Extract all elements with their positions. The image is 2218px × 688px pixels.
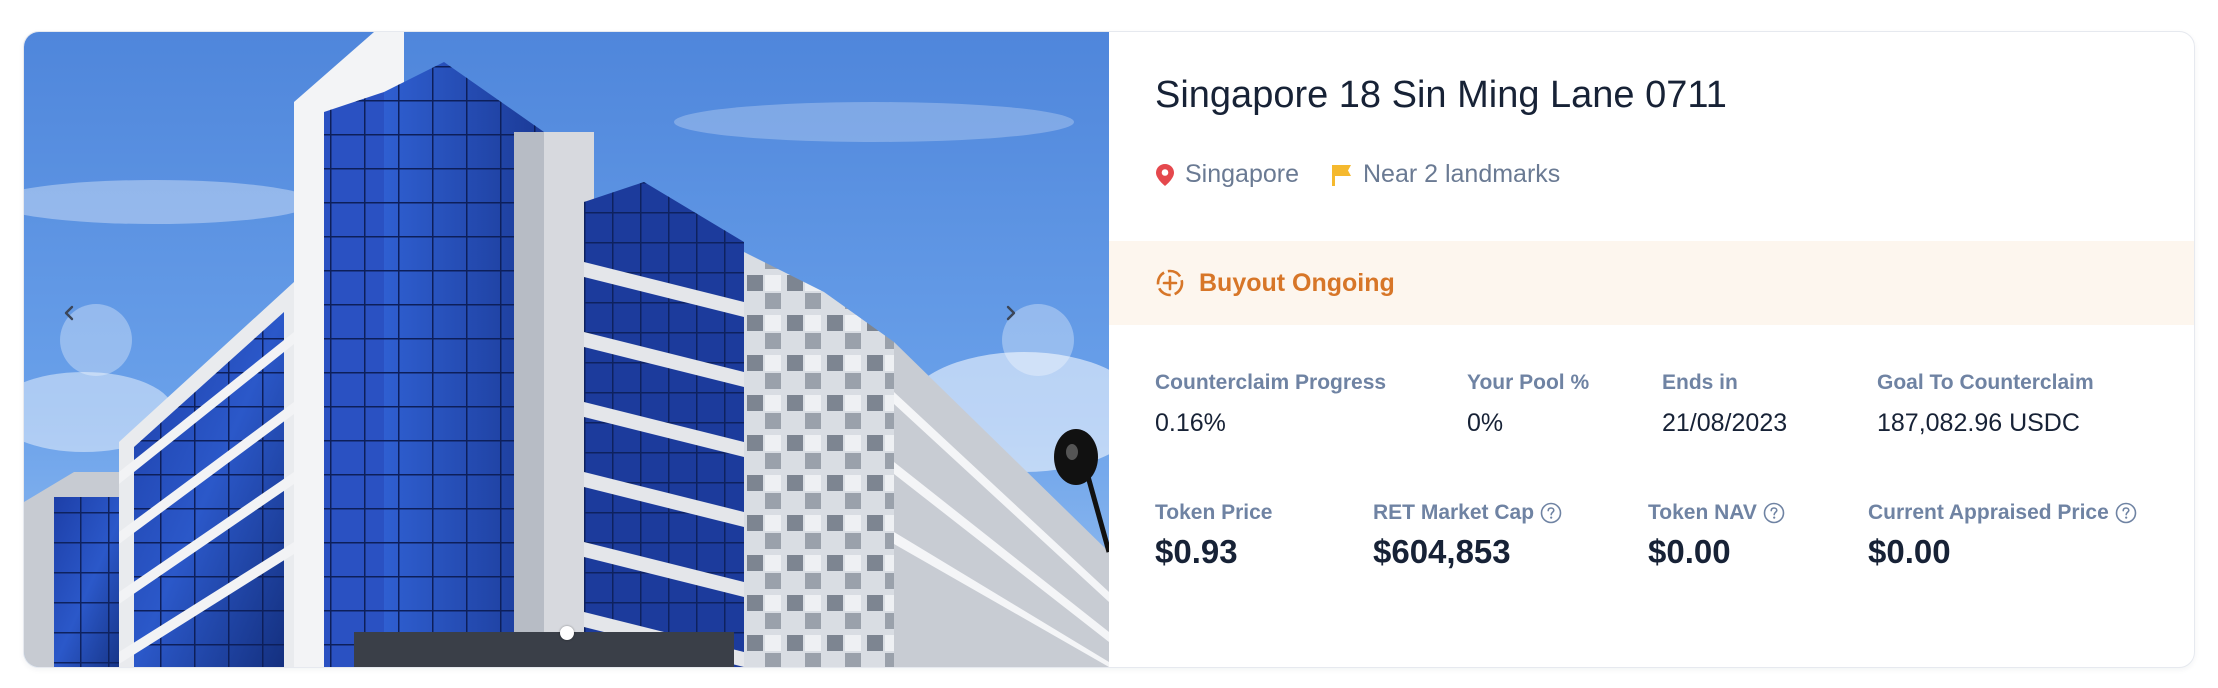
property-photo (24, 32, 1109, 667)
stat-value: $0.00 (1648, 533, 1731, 570)
question-circle-icon[interactable] (1763, 502, 1785, 524)
property-card[interactable]: Singapore 18 Sin Ming Lane 0711 Singapor… (23, 31, 2195, 668)
stat-value: $604,853 (1373, 533, 1511, 570)
carousel-next-button[interactable] (1002, 304, 1074, 376)
stat-label-row: Current Appraised Price (1868, 501, 2137, 525)
stat-value: 0.16% (1155, 409, 1226, 437)
question-circle-icon[interactable] (1540, 502, 1562, 524)
stat-label: Ends in (1662, 371, 1738, 394)
stat-your-pool: Your Pool % 0% (1467, 371, 1589, 438)
chevron-left-icon (64, 305, 74, 321)
stat-value: 0% (1467, 409, 1504, 437)
stat-value: 187,082.96 USDC (1877, 409, 2080, 437)
stat-label: Token NAV (1648, 501, 1757, 524)
flag-icon (1331, 164, 1351, 186)
stat-label: RET Market Cap (1373, 501, 1535, 524)
stat-ret-market-cap: RET Market Cap $604,853 (1373, 501, 1562, 571)
stat-label-row: Token NAV (1648, 501, 1785, 525)
question-circle-icon[interactable] (2115, 502, 2137, 524)
stat-label: Goal To Counterclaim (1877, 371, 2094, 394)
landmarks-label: Near 2 landmarks (1362, 160, 1561, 188)
stat-label: Current Appraised Price (1868, 501, 2109, 524)
location: Singapore (1155, 160, 1299, 189)
location-label: Singapore (1185, 160, 1299, 188)
stat-label-row: RET Market Cap (1373, 501, 1562, 525)
stat-value: $0.93 (1155, 533, 1238, 570)
stat-value: $0.00 (1868, 533, 1951, 570)
carousel-prev-button[interactable] (60, 304, 132, 376)
status-label: Buyout Ongoing (1199, 268, 1395, 297)
stat-label: Your Pool % (1467, 371, 1590, 394)
property-meta: Singapore Near 2 landmarks (1155, 160, 1560, 189)
property-info-panel: Singapore 18 Sin Ming Lane 0711 Singapor… (1109, 32, 2194, 667)
stat-ends-in: Ends in 21/08/2023 (1662, 371, 1787, 438)
landmarks[interactable]: Near 2 landmarks (1331, 160, 1560, 189)
property-image-carousel[interactable] (24, 32, 1109, 667)
carousel-dot-active[interactable] (559, 626, 574, 640)
map-pin-icon (1156, 163, 1174, 186)
stat-goal-to-counterclaim: Goal To Counterclaim 187,082.96 USDC (1877, 371, 2094, 438)
stat-label: Token Price (1155, 501, 1273, 524)
stat-counterclaim-progress: Counterclaim Progress 0.16% (1155, 371, 1386, 438)
stat-current-appraised-price: Current Appraised Price $0.00 (1868, 501, 2137, 571)
stat-token-nav: Token NAV $0.00 (1648, 501, 1785, 571)
stat-value: 21/08/2023 (1662, 409, 1788, 437)
stat-token-price: Token Price $0.93 (1155, 501, 1273, 571)
buyout-status-banner: Buyout Ongoing (1109, 241, 2194, 325)
chevron-right-icon (1006, 305, 1016, 321)
property-title: Singapore 18 Sin Ming Lane 0711 (1155, 74, 1727, 116)
buyout-icon (1155, 268, 1185, 298)
stat-label: Counterclaim Progress (1155, 371, 1387, 394)
carousel-indicators (24, 626, 1109, 640)
